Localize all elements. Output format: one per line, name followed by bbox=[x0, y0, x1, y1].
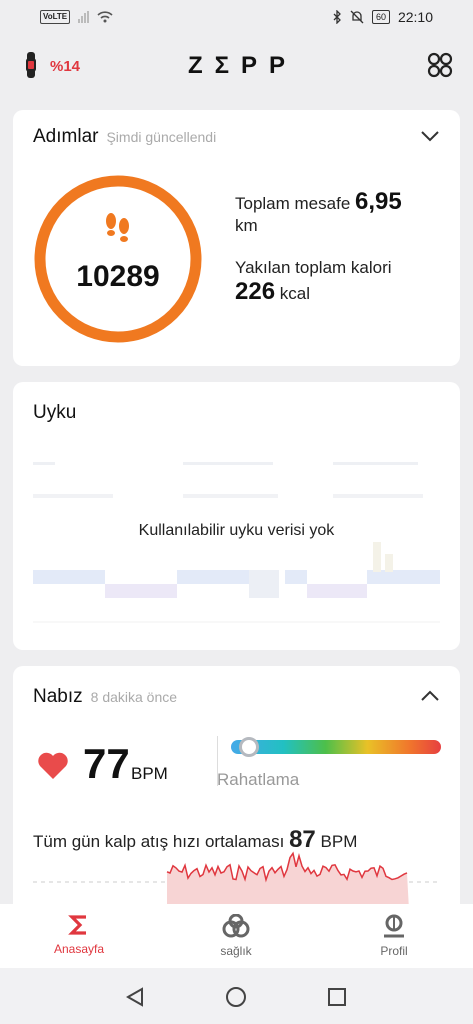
nav-home[interactable]: Anasayfa bbox=[24, 914, 134, 956]
nav-profile[interactable]: Profil bbox=[339, 914, 449, 958]
average-label: Tüm gün kalp atış hızı ortalaması bbox=[33, 832, 285, 851]
volte-badge: VoLTE bbox=[40, 10, 71, 24]
heart-zone-indicator bbox=[238, 737, 259, 757]
average-unit: BPM bbox=[320, 832, 358, 851]
chevron-up-icon[interactable] bbox=[420, 690, 440, 702]
battery-indicator: 60 bbox=[371, 10, 390, 24]
nav-profile-label: Profil bbox=[380, 944, 408, 958]
heart-rate-trend-chart bbox=[33, 851, 440, 910]
heart-card-header: Nabız 8 dakika önce bbox=[33, 686, 177, 708]
app-header: %14 ZΣPP bbox=[0, 36, 473, 96]
footsteps-icon bbox=[106, 213, 129, 242]
bottom-navigation: Anasayfa sağlık Profil bbox=[0, 904, 473, 968]
recents-icon[interactable] bbox=[327, 987, 347, 1007]
apps-grid-icon[interactable] bbox=[427, 52, 453, 78]
profile-icon bbox=[384, 914, 404, 938]
steps-progress-ring bbox=[34, 175, 202, 343]
distance-unit: km bbox=[235, 216, 258, 235]
bluetooth-icon bbox=[333, 10, 341, 24]
back-icon[interactable] bbox=[124, 986, 146, 1008]
steps-card[interactable]: Adımlar Şimdi güncellendi 10289 Toplam me… bbox=[13, 110, 460, 366]
signal-icon bbox=[78, 11, 90, 23]
app-logo: ZΣPP bbox=[187, 52, 298, 79]
calories-label: Yakılan toplam kalori bbox=[235, 258, 392, 277]
distance-label: Toplam mesafe bbox=[235, 194, 351, 213]
calories-value: 226 bbox=[235, 278, 276, 305]
status-bar: VoLTE 60 22:10 bbox=[0, 0, 473, 36]
heart-title: Nabız bbox=[33, 686, 83, 707]
steps-ring: 10289 bbox=[33, 174, 203, 344]
clock: 22:10 bbox=[397, 9, 433, 25]
calories-unit: kcal bbox=[279, 284, 311, 303]
nav-home-label: Anasayfa bbox=[53, 942, 105, 956]
average-value: 87 bbox=[289, 826, 316, 853]
sigma-icon bbox=[68, 915, 86, 935]
step-count: 10289 bbox=[76, 260, 160, 293]
steps-updated-label: Şimdi güncellendi bbox=[106, 129, 217, 145]
heart-rate-unit: BPM bbox=[131, 764, 168, 783]
sleep-title: Uyku bbox=[33, 402, 77, 423]
heart-rate-value: 77 bbox=[83, 740, 130, 787]
home-icon[interactable] bbox=[225, 986, 247, 1008]
nav-health-label: sağlık bbox=[220, 944, 252, 958]
heart-icon bbox=[38, 752, 68, 779]
sleep-empty-message: Kullanılabilir uyku verisi yok bbox=[138, 522, 335, 539]
wifi-icon bbox=[97, 11, 113, 23]
heart-rate-area bbox=[167, 853, 409, 910]
steps-title: Adımlar bbox=[33, 126, 99, 147]
distance-value: 6,95 bbox=[355, 188, 402, 215]
heart-zone-gauge bbox=[231, 737, 441, 757]
nav-health[interactable]: sağlık bbox=[181, 914, 291, 958]
heart-zone-label: Rahatlama bbox=[217, 770, 300, 789]
mute-bell-icon bbox=[350, 10, 364, 24]
sleep-placeholder-chart bbox=[33, 462, 440, 623]
distance-stat: Toplam mesafe 6,95 km bbox=[235, 188, 445, 236]
system-navigation-bar bbox=[0, 968, 473, 1024]
chevron-down-icon[interactable] bbox=[420, 130, 440, 142]
health-icon bbox=[222, 914, 250, 938]
heart-updated-label: 8 dakika önce bbox=[90, 689, 178, 705]
steps-card-header: Adımlar Şimdi güncellendi bbox=[33, 126, 216, 148]
calories-stat: Yakılan toplam kalori 226 kcal bbox=[235, 258, 445, 306]
sleep-card[interactable]: Uyku Kullanılabilir uyku verisi yok bbox=[13, 382, 460, 650]
